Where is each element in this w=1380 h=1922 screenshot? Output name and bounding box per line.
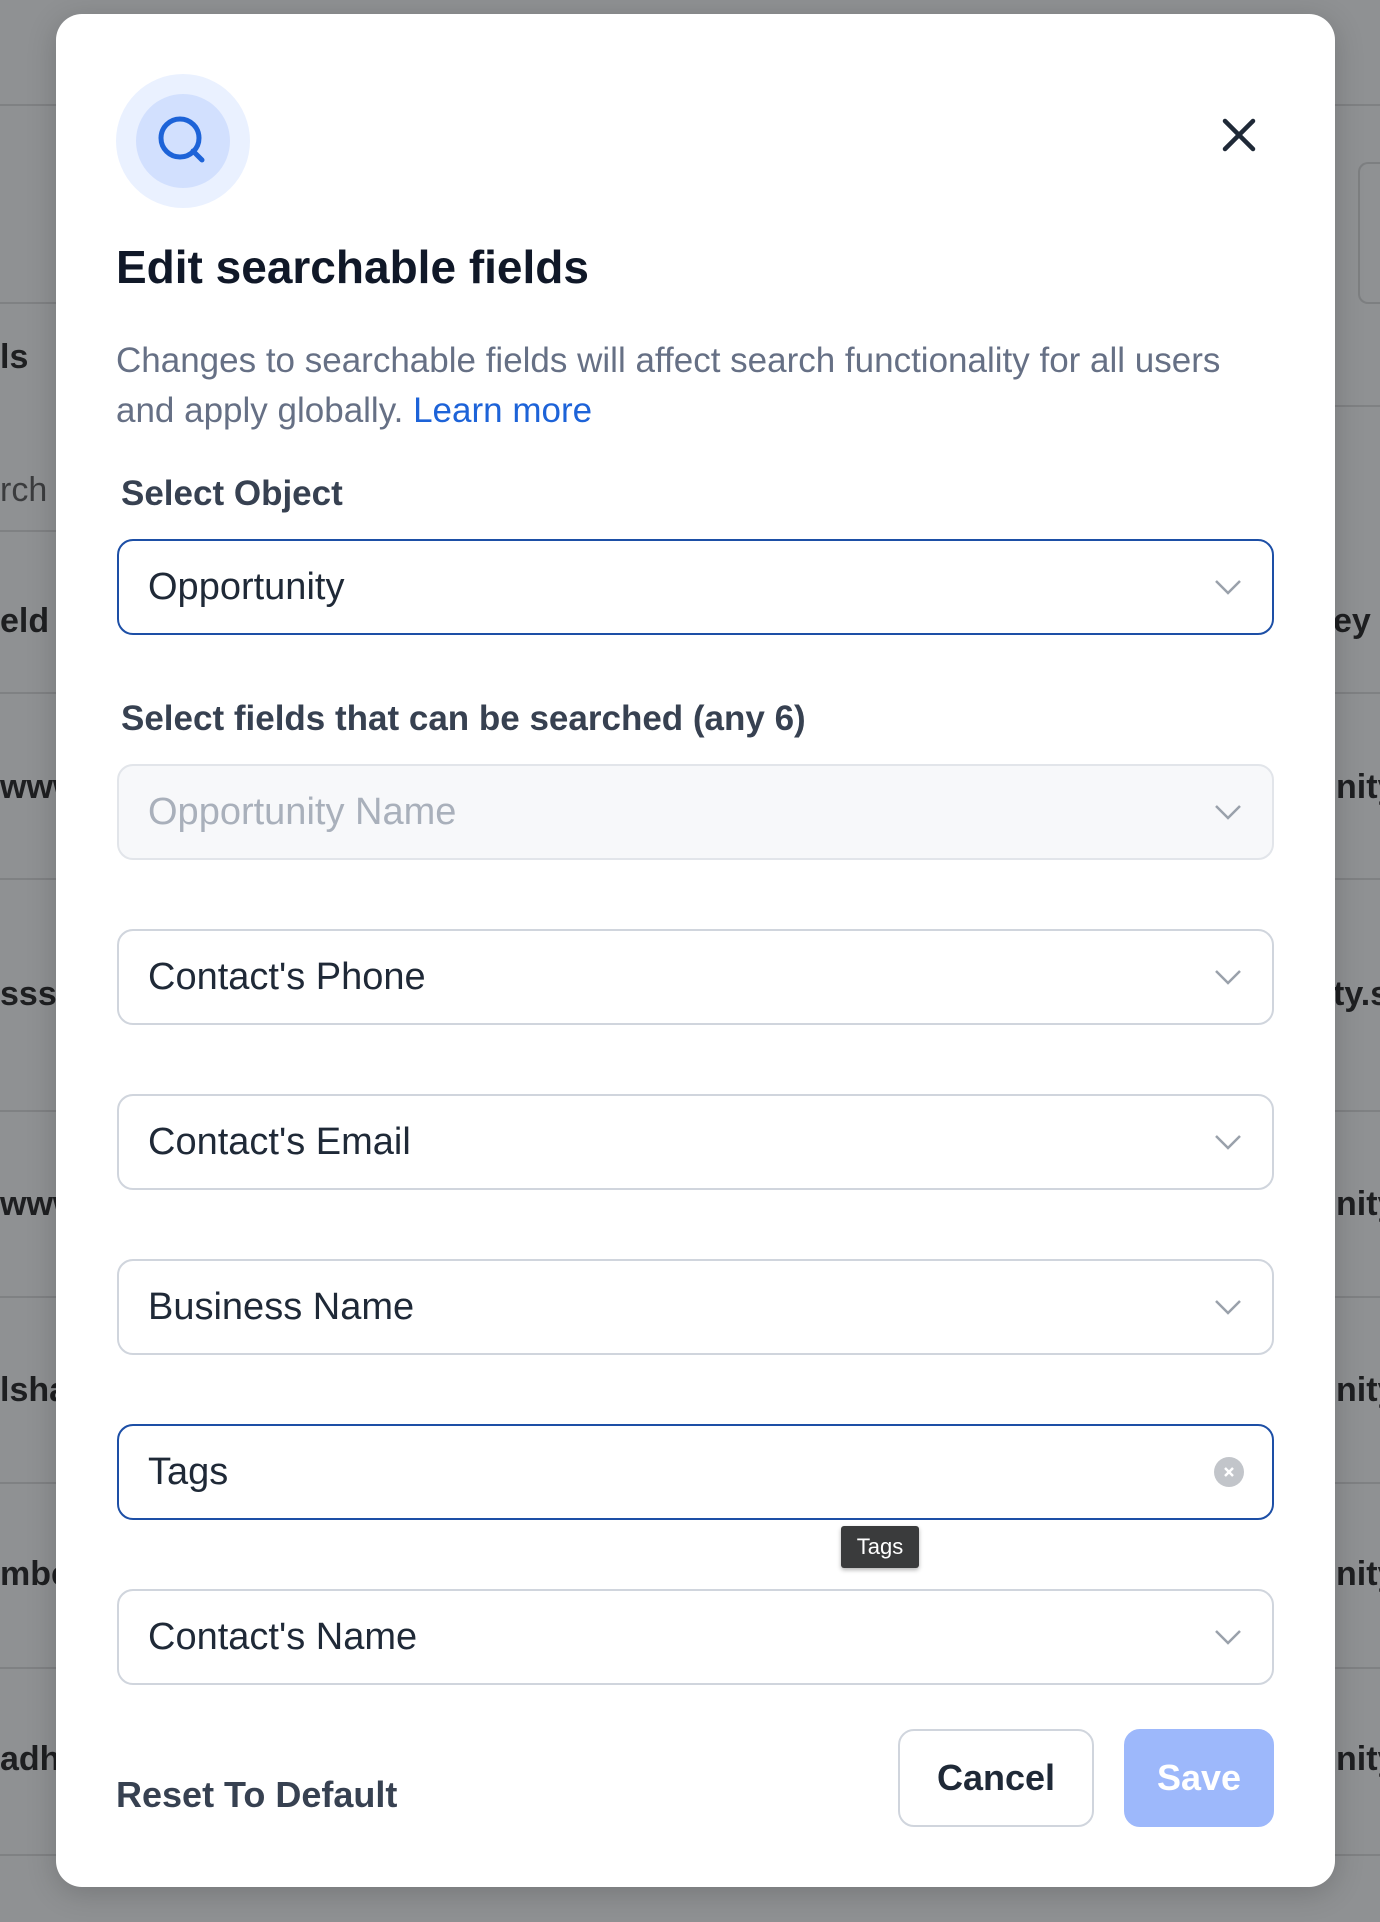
save-button[interactable]: Save xyxy=(1124,1729,1274,1827)
divider xyxy=(0,1110,56,1112)
divider xyxy=(1335,692,1380,694)
background-text: nity xyxy=(1336,1185,1380,1223)
field-select-6[interactable]: Contact's Name xyxy=(117,1589,1274,1685)
modal-description: Changes to searchable fields will affect… xyxy=(116,336,1256,436)
divider xyxy=(1335,1296,1380,1298)
divider xyxy=(0,1667,56,1669)
object-select[interactable]: Opportunity xyxy=(117,539,1274,635)
divider xyxy=(0,1854,56,1856)
cancel-button[interactable]: Cancel xyxy=(898,1729,1094,1827)
background-panel-edge xyxy=(1358,162,1380,304)
chevron-down-icon xyxy=(1212,1621,1244,1653)
chevron-down-icon xyxy=(1212,796,1244,828)
field-select-5[interactable]: Tags xyxy=(117,1424,1274,1520)
reset-to-default-button[interactable]: Reset To Default xyxy=(116,1774,397,1816)
field-select-value: Business Name xyxy=(148,1285,415,1328)
divider xyxy=(1335,405,1380,407)
close-icon xyxy=(1222,118,1256,152)
field-select-value: Contact's Email xyxy=(148,1120,411,1163)
background-text: ey xyxy=(1333,602,1371,640)
background-text: rch xyxy=(0,471,48,509)
edit-searchable-fields-modal: Edit searchable fields Changes to search… xyxy=(56,14,1335,1887)
field-select-value: Contact's Name xyxy=(148,1615,418,1658)
divider xyxy=(1335,878,1380,880)
background-text: nity xyxy=(1336,768,1380,806)
divider xyxy=(0,692,56,694)
field-select-4[interactable]: Business Name xyxy=(117,1259,1274,1355)
divider xyxy=(0,302,56,304)
divider xyxy=(0,530,56,532)
search-icon xyxy=(158,116,205,163)
background-text: nity xyxy=(1336,1555,1380,1593)
tooltip: Tags xyxy=(841,1526,919,1568)
background-text: ls xyxy=(0,338,29,376)
background-text: nity xyxy=(1336,1740,1380,1778)
modal-icon-badge xyxy=(116,74,250,208)
object-select-value: Opportunity xyxy=(148,565,345,608)
field-select-1: Opportunity Name xyxy=(117,764,1274,860)
divider xyxy=(1335,1482,1380,1484)
field-select-value: Opportunity Name xyxy=(148,790,457,833)
divider xyxy=(1335,1110,1380,1112)
field-select-3[interactable]: Contact's Email xyxy=(117,1094,1274,1190)
field-select-value: Tags xyxy=(148,1450,229,1493)
divider xyxy=(1335,1854,1380,1856)
description-text: Changes to searchable fields will affect… xyxy=(116,341,1221,430)
background-text: eld xyxy=(0,602,50,640)
field-select-value: Contact's Phone xyxy=(148,955,426,998)
learn-more-link[interactable]: Learn more xyxy=(413,391,592,430)
field-select-2[interactable]: Contact's Phone xyxy=(117,929,1274,1025)
divider xyxy=(0,1482,56,1484)
modal-title: Edit searchable fields xyxy=(116,241,589,293)
chevron-down-icon xyxy=(1212,1291,1244,1323)
background-text: ty.s xyxy=(1333,975,1380,1013)
chevron-down-icon xyxy=(1212,571,1244,603)
chevron-down-icon xyxy=(1212,1126,1244,1158)
background-text: nity xyxy=(1336,1371,1380,1409)
divider xyxy=(0,1296,56,1298)
divider xyxy=(0,878,56,880)
close-button[interactable] xyxy=(1216,112,1262,158)
divider xyxy=(1335,1667,1380,1669)
clear-icon[interactable] xyxy=(1214,1457,1244,1487)
chevron-down-icon xyxy=(1212,961,1244,993)
searchable-fields-label: Select fields that can be searched (any … xyxy=(121,699,806,738)
select-object-label: Select Object xyxy=(121,474,343,513)
